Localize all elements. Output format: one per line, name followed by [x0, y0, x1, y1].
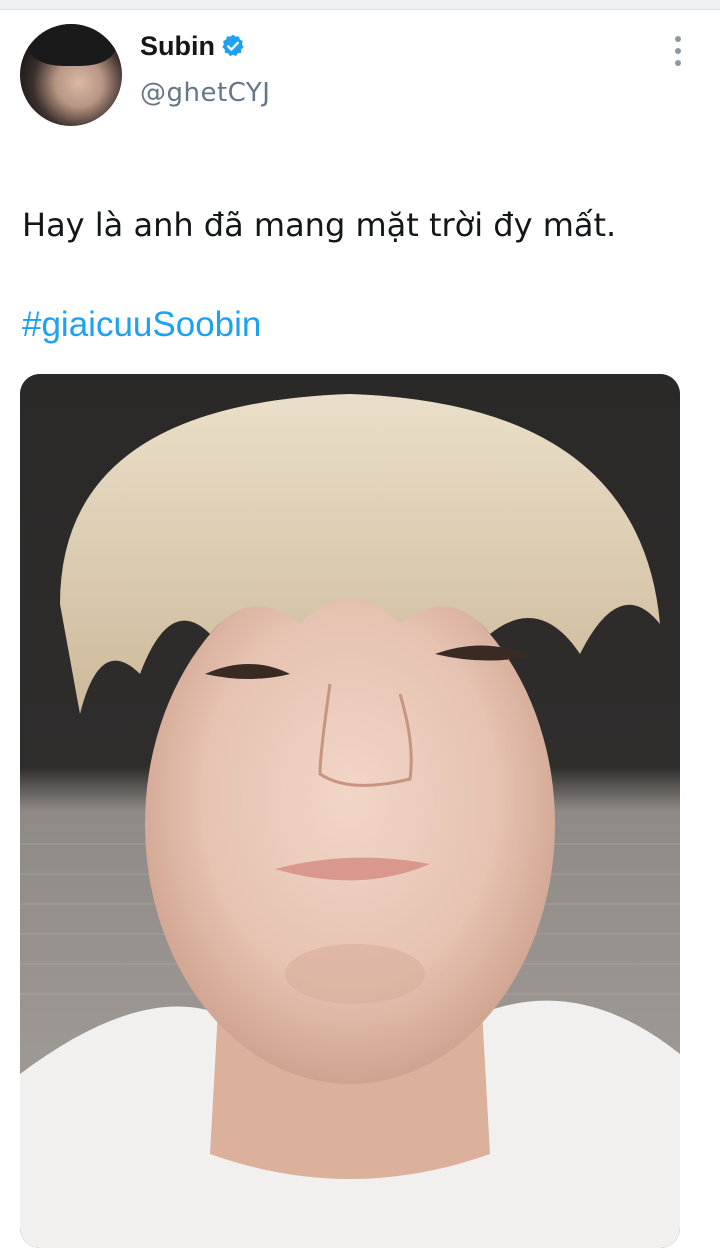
- avatar-hair: [28, 24, 116, 66]
- display-name[interactable]: Subin: [140, 31, 215, 62]
- tweet-photo[interactable]: [20, 374, 680, 1248]
- avatar[interactable]: [20, 24, 122, 126]
- verified-badge-icon: [220, 33, 246, 59]
- display-name-row: Subin: [140, 28, 270, 64]
- selfie-photo-icon: [20, 374, 680, 1248]
- tweet-header: Subin @ghetCYJ: [140, 28, 270, 109]
- hashtag-link[interactable]: #giaicuuSoobin: [22, 305, 261, 345]
- tweet-text: Hay là anh đã mang mặt trời đy mất.: [22, 206, 617, 244]
- top-divider: [0, 0, 720, 10]
- tweet-card[interactable]: Subin @ghetCYJ Hay là anh đã mang mặt tr…: [0, 10, 720, 1258]
- more-options-icon[interactable]: [664, 36, 692, 66]
- user-handle[interactable]: @ghetCYJ: [140, 78, 270, 108]
